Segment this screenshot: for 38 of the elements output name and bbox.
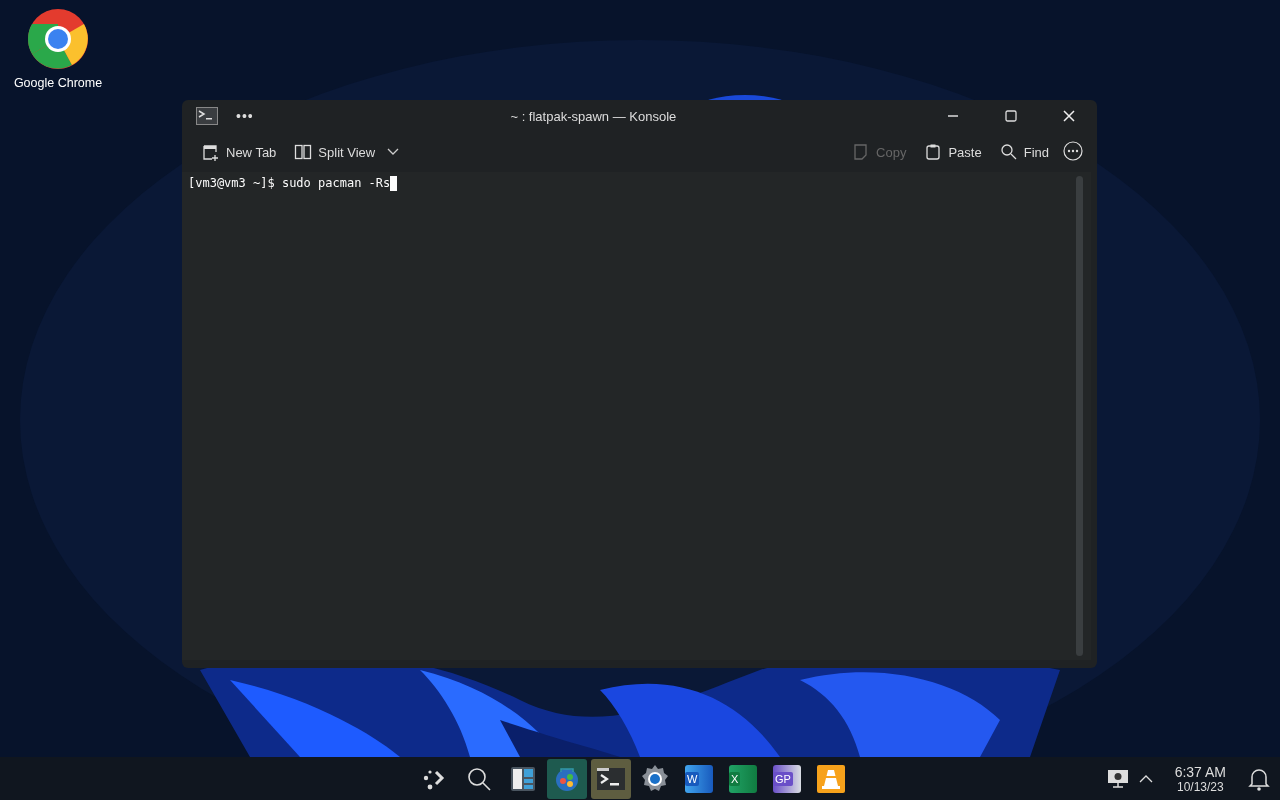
- newtab-button[interactable]: New Tab: [196, 139, 283, 165]
- chevron-up-icon[interactable]: [1138, 774, 1153, 783]
- app-icon-letter: X: [729, 771, 741, 786]
- browser-icon[interactable]: [27, 8, 89, 70]
- split-view-icon: [294, 143, 313, 161]
- app-icon-letter: GP: [773, 771, 793, 786]
- store-icon: [554, 765, 580, 792]
- paste-button[interactable]: Paste: [918, 139, 988, 165]
- terminal-line: [vm3@vm3 ~]$ sudo pacman -Rs: [188, 176, 391, 190]
- maximize-icon: [1005, 110, 1017, 122]
- split-button[interactable]: Split View: [288, 139, 382, 165]
- find-button[interactable]: Find: [993, 139, 1055, 165]
- clock-date[interactable]: 10/13/23: [1176, 779, 1224, 794]
- desktop-icon-label[interactable]: Google Chrome: [13, 76, 103, 90]
- gear-icon: [640, 763, 670, 794]
- taskbar-app-button[interactable]: [591, 758, 631, 799]
- widgets-icon: [510, 765, 536, 792]
- clock-time[interactable]: 6:37 AM: [1174, 763, 1226, 780]
- taskbar-app-button[interactable]: X: [723, 758, 763, 799]
- close-icon: [1063, 110, 1075, 122]
- text-cursor: [390, 176, 398, 191]
- scrollbar[interactable]: [1076, 176, 1083, 656]
- terminal-icon: [596, 766, 626, 791]
- menu-button[interactable]: •••: [236, 108, 254, 124]
- window-title: ~ : flatpak-spawn — Konsole: [509, 108, 678, 124]
- app-icon-letter: W: [685, 771, 700, 786]
- taskbar-app-button[interactable]: [547, 758, 587, 799]
- bell-icon[interactable]: [1248, 766, 1270, 791]
- taskbar-app-button[interactable]: GP: [767, 758, 807, 799]
- search-icon: [999, 143, 1018, 161]
- search-icon: [466, 765, 492, 792]
- chevron-down-icon[interactable]: [387, 148, 400, 156]
- display-icon[interactable]: [1106, 768, 1129, 789]
- cone-icon: [817, 764, 845, 793]
- terminal-icon: [196, 107, 218, 125]
- taskbar-app-button[interactable]: W: [679, 758, 719, 799]
- new-tab-icon: [202, 143, 220, 161]
- clipboard-icon: [924, 143, 943, 161]
